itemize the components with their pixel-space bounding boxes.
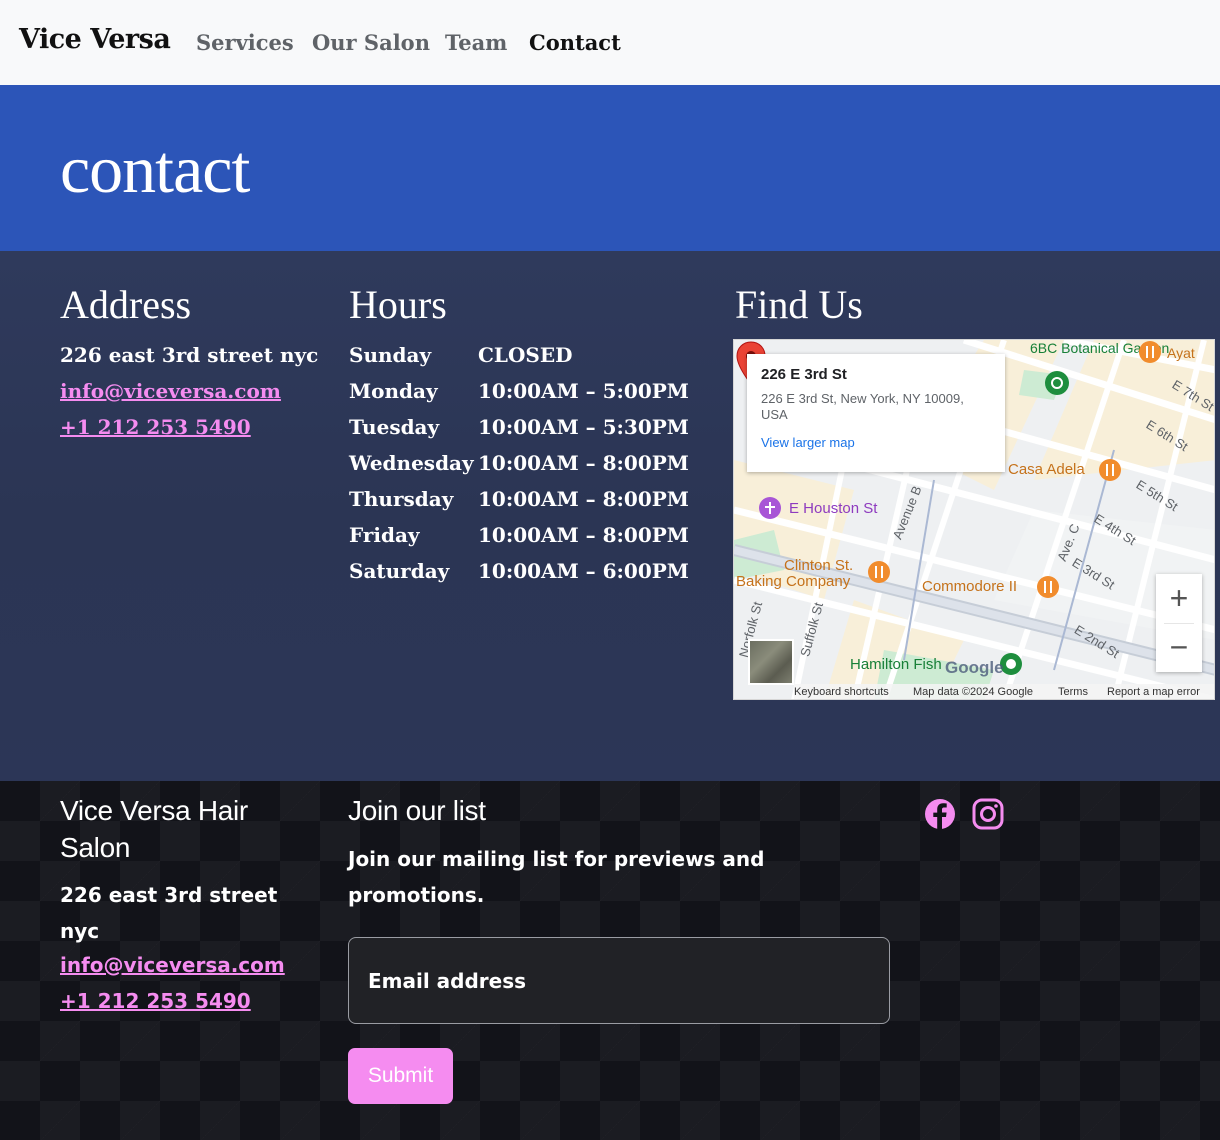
map-info-card: 226 E 3rd St 226 E 3rd St, New York, NY … xyxy=(747,354,1005,472)
footer-salon-name: Vice Versa Hair Salon xyxy=(60,795,248,863)
terms-link[interactable]: Terms xyxy=(1058,686,1088,698)
map-label-casa-adela[interactable]: Casa Adela xyxy=(1008,461,1085,478)
restaurant-icon[interactable] xyxy=(1036,575,1060,599)
nav-link-team[interactable]: Team xyxy=(445,30,507,55)
hours-day: Friday xyxy=(349,523,420,547)
brand-logo[interactable]: Vice Versa xyxy=(19,24,171,55)
report-map-error-link[interactable]: Report a map error xyxy=(1107,686,1200,698)
footer-street: 226 east 3rd street nyc xyxy=(60,883,278,943)
address-heading: Address xyxy=(60,282,192,327)
hours-day: Sunday xyxy=(349,343,432,367)
restaurant-icon[interactable] xyxy=(1098,458,1122,482)
map-label-houston[interactable]: E Houston St xyxy=(789,500,877,517)
address-email-link[interactable]: info@viceversa.com xyxy=(60,379,281,403)
map-data-attribution: Map data ©2024 Google xyxy=(913,686,1034,698)
site-footer: Vice Versa Hair Salon 226 east 3rd stree… xyxy=(0,781,1220,1140)
view-larger-map-link[interactable]: View larger map xyxy=(761,435,991,450)
nav-link-contact[interactable]: Contact xyxy=(529,30,621,55)
hours-time: 10:00AM – 5:30PM xyxy=(478,415,689,439)
facebook-icon[interactable] xyxy=(924,798,956,830)
google-logo: Google xyxy=(945,658,1004,677)
submit-button[interactable]: Submit xyxy=(348,1048,453,1104)
map-card-address: 226 E 3rd St, New York, NY 10009, USA xyxy=(761,391,964,422)
place-of-worship-icon[interactable] xyxy=(758,496,782,520)
map-label-clinton[interactable]: Clinton St. xyxy=(784,557,853,574)
hours-day: Thursday xyxy=(349,487,454,511)
hours-heading: Hours xyxy=(349,282,447,327)
address-phone-link[interactable]: +1 212 253 5490 xyxy=(60,415,251,439)
join-list-heading: Join our list xyxy=(348,795,486,826)
restaurant-icon[interactable] xyxy=(1138,340,1162,364)
hours-time: CLOSED xyxy=(478,343,573,367)
satellite-toggle[interactable] xyxy=(748,639,794,685)
zoom-out-button[interactable]: − xyxy=(1156,623,1202,672)
google-map[interactable]: 6BC Botanical Garden Ayat Casa Adela E H… xyxy=(733,339,1215,700)
footer-phone-link[interactable]: +1 212 253 5490 xyxy=(60,989,251,1013)
keyboard-shortcuts-link[interactable]: Keyboard shortcuts xyxy=(794,686,889,698)
instagram-icon[interactable] xyxy=(972,798,1004,830)
hours-day: Saturday xyxy=(349,559,450,583)
park-icon[interactable] xyxy=(1044,370,1070,396)
map-footer: Keyboard shortcuts Map data ©2024 Google… xyxy=(794,684,1214,699)
find-us-heading: Find Us xyxy=(735,282,863,327)
hours-time: 10:00AM – 8:00PM xyxy=(478,523,689,547)
hours-day: Wednesday xyxy=(349,451,474,475)
map-label-ayat[interactable]: Ayat xyxy=(1167,345,1195,361)
page-title: contact xyxy=(60,131,250,207)
email-field[interactable] xyxy=(348,937,890,1024)
restaurant-icon[interactable] xyxy=(867,560,891,584)
contact-section: Address 226 east 3rd street nyc info@vic… xyxy=(0,251,1220,781)
map-label-hamilton-fish[interactable]: Hamilton Fish xyxy=(850,656,942,673)
navbar: Vice Versa Services Our Salon Team Conta… xyxy=(0,0,1220,85)
map-label-commodore[interactable]: Commodore II xyxy=(922,578,1017,595)
nav-link-our-salon[interactable]: Our Salon xyxy=(312,30,430,55)
hours-time: 10:00AM – 6:00PM xyxy=(478,559,689,583)
map-label-baking-company[interactable]: Baking Company xyxy=(736,573,850,590)
map-card-title: 226 E 3rd St xyxy=(761,366,847,383)
hours-time: 10:00AM – 8:00PM xyxy=(478,487,689,511)
hero-banner: contact xyxy=(0,85,1220,251)
hours-time: 10:00AM – 8:00PM xyxy=(478,451,689,475)
zoom-control: + − xyxy=(1156,574,1202,672)
join-list-text: Join our mailing list for previews and p… xyxy=(348,847,765,907)
hours-day: Monday xyxy=(349,379,438,403)
hours-time: 10:00AM – 5:00PM xyxy=(478,379,689,403)
address-street: 226 east 3rd street nyc xyxy=(60,343,319,367)
hours-day: Tuesday xyxy=(349,415,440,439)
footer-email-link[interactable]: info@viceversa.com xyxy=(60,953,285,977)
nav-link-services[interactable]: Services xyxy=(196,30,294,55)
zoom-in-button[interactable]: + xyxy=(1156,574,1202,623)
